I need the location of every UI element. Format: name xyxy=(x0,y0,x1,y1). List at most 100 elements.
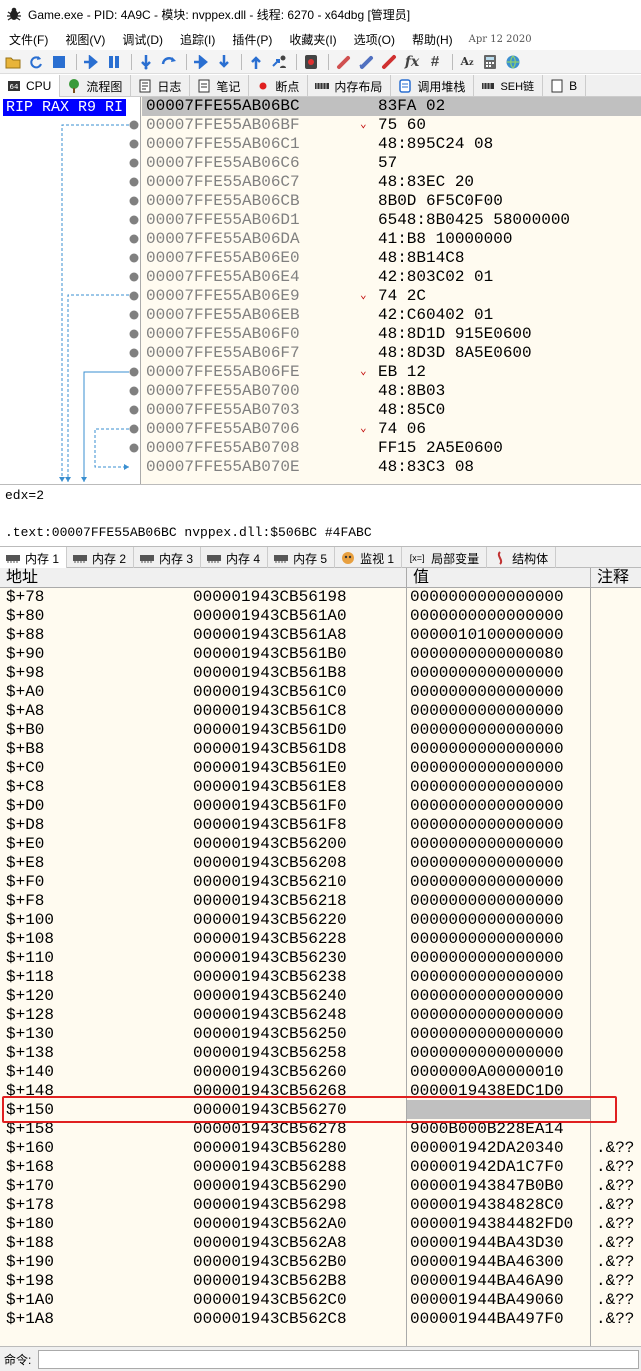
tab-watch-1[interactable]: 监视 1 xyxy=(335,547,403,569)
dump-row[interactable]: $+1A0 000001943CB562C0 000001944BA49060 .&?… xyxy=(0,1291,641,1310)
menu-trace[interactable]: 追踪(I) xyxy=(171,31,223,48)
disasm-row[interactable]: 00007FFE55AB06CB 8B0D 6F5C0F00 xyxy=(142,192,641,211)
run-icon[interactable] xyxy=(81,52,101,72)
menu-plugins[interactable]: 插件(P) xyxy=(223,31,280,48)
step-into-icon[interactable] xyxy=(136,52,156,72)
disasm-row[interactable]: 00007FFE55AB06C7 48:83EC 20 xyxy=(142,173,641,192)
disasm-row[interactable]: 00007FFE55AB06D1 6548:8B0425 58000000 xyxy=(142,211,641,230)
tab-breakpoints[interactable]: 断点 xyxy=(249,75,309,97)
execute-till-return-icon[interactable] xyxy=(246,52,266,72)
dump-row[interactable]: $+F8 000001943CB56218 0000000000000000 xyxy=(0,892,641,911)
tab-locals[interactable]: [x=] 局部变量 xyxy=(402,547,488,569)
disasm-row[interactable]: 00007FFE55AB06BF ⌄ 75 60 xyxy=(142,116,641,135)
disasm-row[interactable]: 00007FFE55AB06BC 83FA 02 xyxy=(142,97,641,116)
menu-options[interactable]: 选项(O) xyxy=(345,31,403,48)
restart-icon[interactable] xyxy=(26,52,46,72)
patch-icon[interactable] xyxy=(356,52,376,72)
dump-row[interactable]: $+88 000001943CB561A8 0000010100000000 xyxy=(0,626,641,645)
dump-row[interactable]: $+138 000001943CB56258 0000000000000000 xyxy=(0,1044,641,1063)
dump-row[interactable]: $+100 000001943CB56220 0000000000000000 xyxy=(0,911,641,930)
memory-dump-panel[interactable]: 地址 值 注释 $+78 000001943CB56198 000000000000… xyxy=(0,568,641,1346)
hash-icon[interactable]: # xyxy=(425,52,445,72)
close-debug-icon[interactable] xyxy=(49,52,69,72)
disasm-row[interactable]: 00007FFE55AB06DA 41:B8 10000000 xyxy=(142,230,641,249)
menu-view[interactable]: 视图(V) xyxy=(56,31,113,48)
dump-row[interactable]: $+128 000001943CB56248 0000000000000000 xyxy=(0,1006,641,1025)
dump-row[interactable]: $+90 000001943CB561B0 0000000000000080 xyxy=(0,645,641,664)
dump-row[interactable]: $+D8 000001943CB561F8 0000000000000000 xyxy=(0,816,641,835)
command-input[interactable] xyxy=(38,1349,639,1369)
disasm-row[interactable]: 00007FFE55AB06F0 48:8D1D 915E0600 xyxy=(142,325,641,344)
dump-row[interactable]: $+130 000001943CB56250 0000000000000000 xyxy=(0,1025,641,1044)
menu-help[interactable]: 帮助(H) xyxy=(403,31,461,48)
disasm-row[interactable]: 00007FFE55AB06C6 57 xyxy=(142,154,641,173)
dump-row[interactable]: $+198 000001943CB562B8 000001944BA46A90 .&?… xyxy=(0,1272,641,1291)
dump-row[interactable]: $+B0 000001943CB561D0 0000000000000000 xyxy=(0,721,641,740)
dump-row[interactable]: $+E0 000001943CB56200 0000000000000000 xyxy=(0,835,641,854)
dump-row[interactable]: $+C8 000001943CB561E8 0000000000000000 xyxy=(0,778,641,797)
disasm-row[interactable]: 00007FFE55AB070E 48:83C3 08 xyxy=(142,458,641,477)
dump-row[interactable]: $+190 000001943CB562B0 000001944BA46300 .&?… xyxy=(0,1253,641,1272)
dump-row[interactable]: $+1A8 000001943CB562C8 000001944BA497F0 .&?… xyxy=(0,1310,641,1329)
disasm-row[interactable]: 00007FFE55AB06EB 42:C60402 01 xyxy=(142,306,641,325)
tab-memory-4[interactable]: 内存 4 xyxy=(201,547,269,569)
dump-row[interactable]: $+C0 000001943CB561E0 0000000000000000 xyxy=(0,759,641,778)
disassembly-panel[interactable]: RIP RAX R9 RI 00007FFE55AB06BC 83FA 02 000… xyxy=(0,97,641,484)
comments-icon[interactable] xyxy=(379,52,399,72)
menu-debug[interactable]: 调试(D) xyxy=(113,31,171,48)
dump-row[interactable]: $+108 000001943CB56228 0000000000000000 xyxy=(0,930,641,949)
pause-icon[interactable] xyxy=(104,52,124,72)
globe-icon[interactable] xyxy=(503,52,523,72)
disasm-row[interactable]: 00007FFE55AB06FE ⌄ EB 12 xyxy=(142,363,641,382)
disasm-row[interactable]: 00007FFE55AB06E4 42:803C02 01 xyxy=(142,268,641,287)
tab-memory-1[interactable]: 内存 1 xyxy=(0,547,68,569)
tab-memory-5[interactable]: 内存 5 xyxy=(268,547,336,569)
scylla-icon[interactable] xyxy=(333,52,353,72)
trace-over-icon[interactable] xyxy=(214,52,234,72)
dump-row[interactable]: $+160 000001943CB56280 000001942DA20340 .&?… xyxy=(0,1139,641,1158)
disasm-row[interactable]: 00007FFE55AB06C1 48:895C24 08 xyxy=(142,135,641,154)
dump-row[interactable]: $+D0 000001943CB561F0 0000000000000000 xyxy=(0,797,641,816)
tab-graph[interactable]: 流程图 xyxy=(60,75,132,97)
dump-row[interactable]: $+180 000001943CB562A0 00000194384482FD0 .&… xyxy=(0,1215,641,1234)
tab-more[interactable]: B xyxy=(543,75,587,97)
step-over-icon[interactable] xyxy=(159,52,179,72)
dump-row[interactable]: $+98 000001943CB561B8 0000000000000000 xyxy=(0,664,641,683)
disasm-row[interactable]: 00007FFE55AB0703 48:85C0 xyxy=(142,401,641,420)
calculator-icon[interactable] xyxy=(480,52,500,72)
record-icon[interactable] xyxy=(301,52,321,72)
dump-row[interactable]: $+118 000001943CB56238 0000000000000000 xyxy=(0,968,641,987)
open-folder-icon[interactable] xyxy=(3,52,23,72)
dump-row[interactable]: $+78 000001943CB56198 0000000000000000 xyxy=(0,588,641,607)
dump-row[interactable]: $+120 000001943CB56240 0000000000000000 xyxy=(0,987,641,1006)
header-address[interactable]: 地址 xyxy=(0,568,407,588)
dump-row[interactable]: $+B8 000001943CB561D8 0000000000000000 xyxy=(0,740,641,759)
tab-cpu[interactable]: 64 CPU xyxy=(0,75,61,97)
disasm-row[interactable]: 00007FFE55AB06E9 ⌄ 74 2C xyxy=(142,287,641,306)
dump-row[interactable]: $+188 000001943CB562A8 000001944BA43D30 .&?… xyxy=(0,1234,641,1253)
tab-memory-2[interactable]: 内存 2 xyxy=(67,547,135,569)
dump-row[interactable]: $+170 000001943CB56290 000001943847B0B0 .&?… xyxy=(0,1177,641,1196)
header-comment[interactable]: 注释 xyxy=(591,568,641,588)
tab-call-stack[interactable]: 调用堆栈 xyxy=(391,75,475,97)
tab-notes[interactable]: 笔记 xyxy=(190,75,250,97)
functions-icon[interactable]: fx xyxy=(402,52,422,72)
tab-seh[interactable]: SEH链 xyxy=(474,75,544,97)
trace-into-icon[interactable] xyxy=(191,52,211,72)
disasm-row[interactable]: 00007FFE55AB06E0 48:8B14C8 xyxy=(142,249,641,268)
dump-row[interactable]: $+140 000001943CB56260 0000000A00000010 xyxy=(0,1063,641,1082)
dump-row[interactable]: $+A0 000001943CB561C0 0000000000000000 xyxy=(0,683,641,702)
header-value[interactable]: 值 xyxy=(407,568,591,588)
dump-row[interactable]: $+F0 000001943CB56210 0000000000000000 xyxy=(0,873,641,892)
run-to-user-code-icon[interactable] xyxy=(269,52,289,72)
tab-memory-3[interactable]: 内存 3 xyxy=(134,547,202,569)
disasm-row[interactable]: 00007FFE55AB06F7 48:8D3D 8A5E0600 xyxy=(142,344,641,363)
menu-file[interactable]: 文件(F) xyxy=(0,31,56,48)
font-icon[interactable]: Az xyxy=(457,52,477,72)
dump-row[interactable]: $+E8 000001943CB56208 0000000000000000 xyxy=(0,854,641,873)
disasm-row[interactable]: 00007FFE55AB0700 48:8B03 xyxy=(142,382,641,401)
dump-row[interactable]: $+A8 000001943CB561C8 0000000000000000 xyxy=(0,702,641,721)
tab-memory-map[interactable]: 内存布局 xyxy=(308,75,392,97)
dump-row[interactable]: $+168 000001943CB56288 000001942DA1C7F0 .&?… xyxy=(0,1158,641,1177)
disasm-row[interactable]: 00007FFE55AB0706 ⌄ 74 06 xyxy=(142,420,641,439)
